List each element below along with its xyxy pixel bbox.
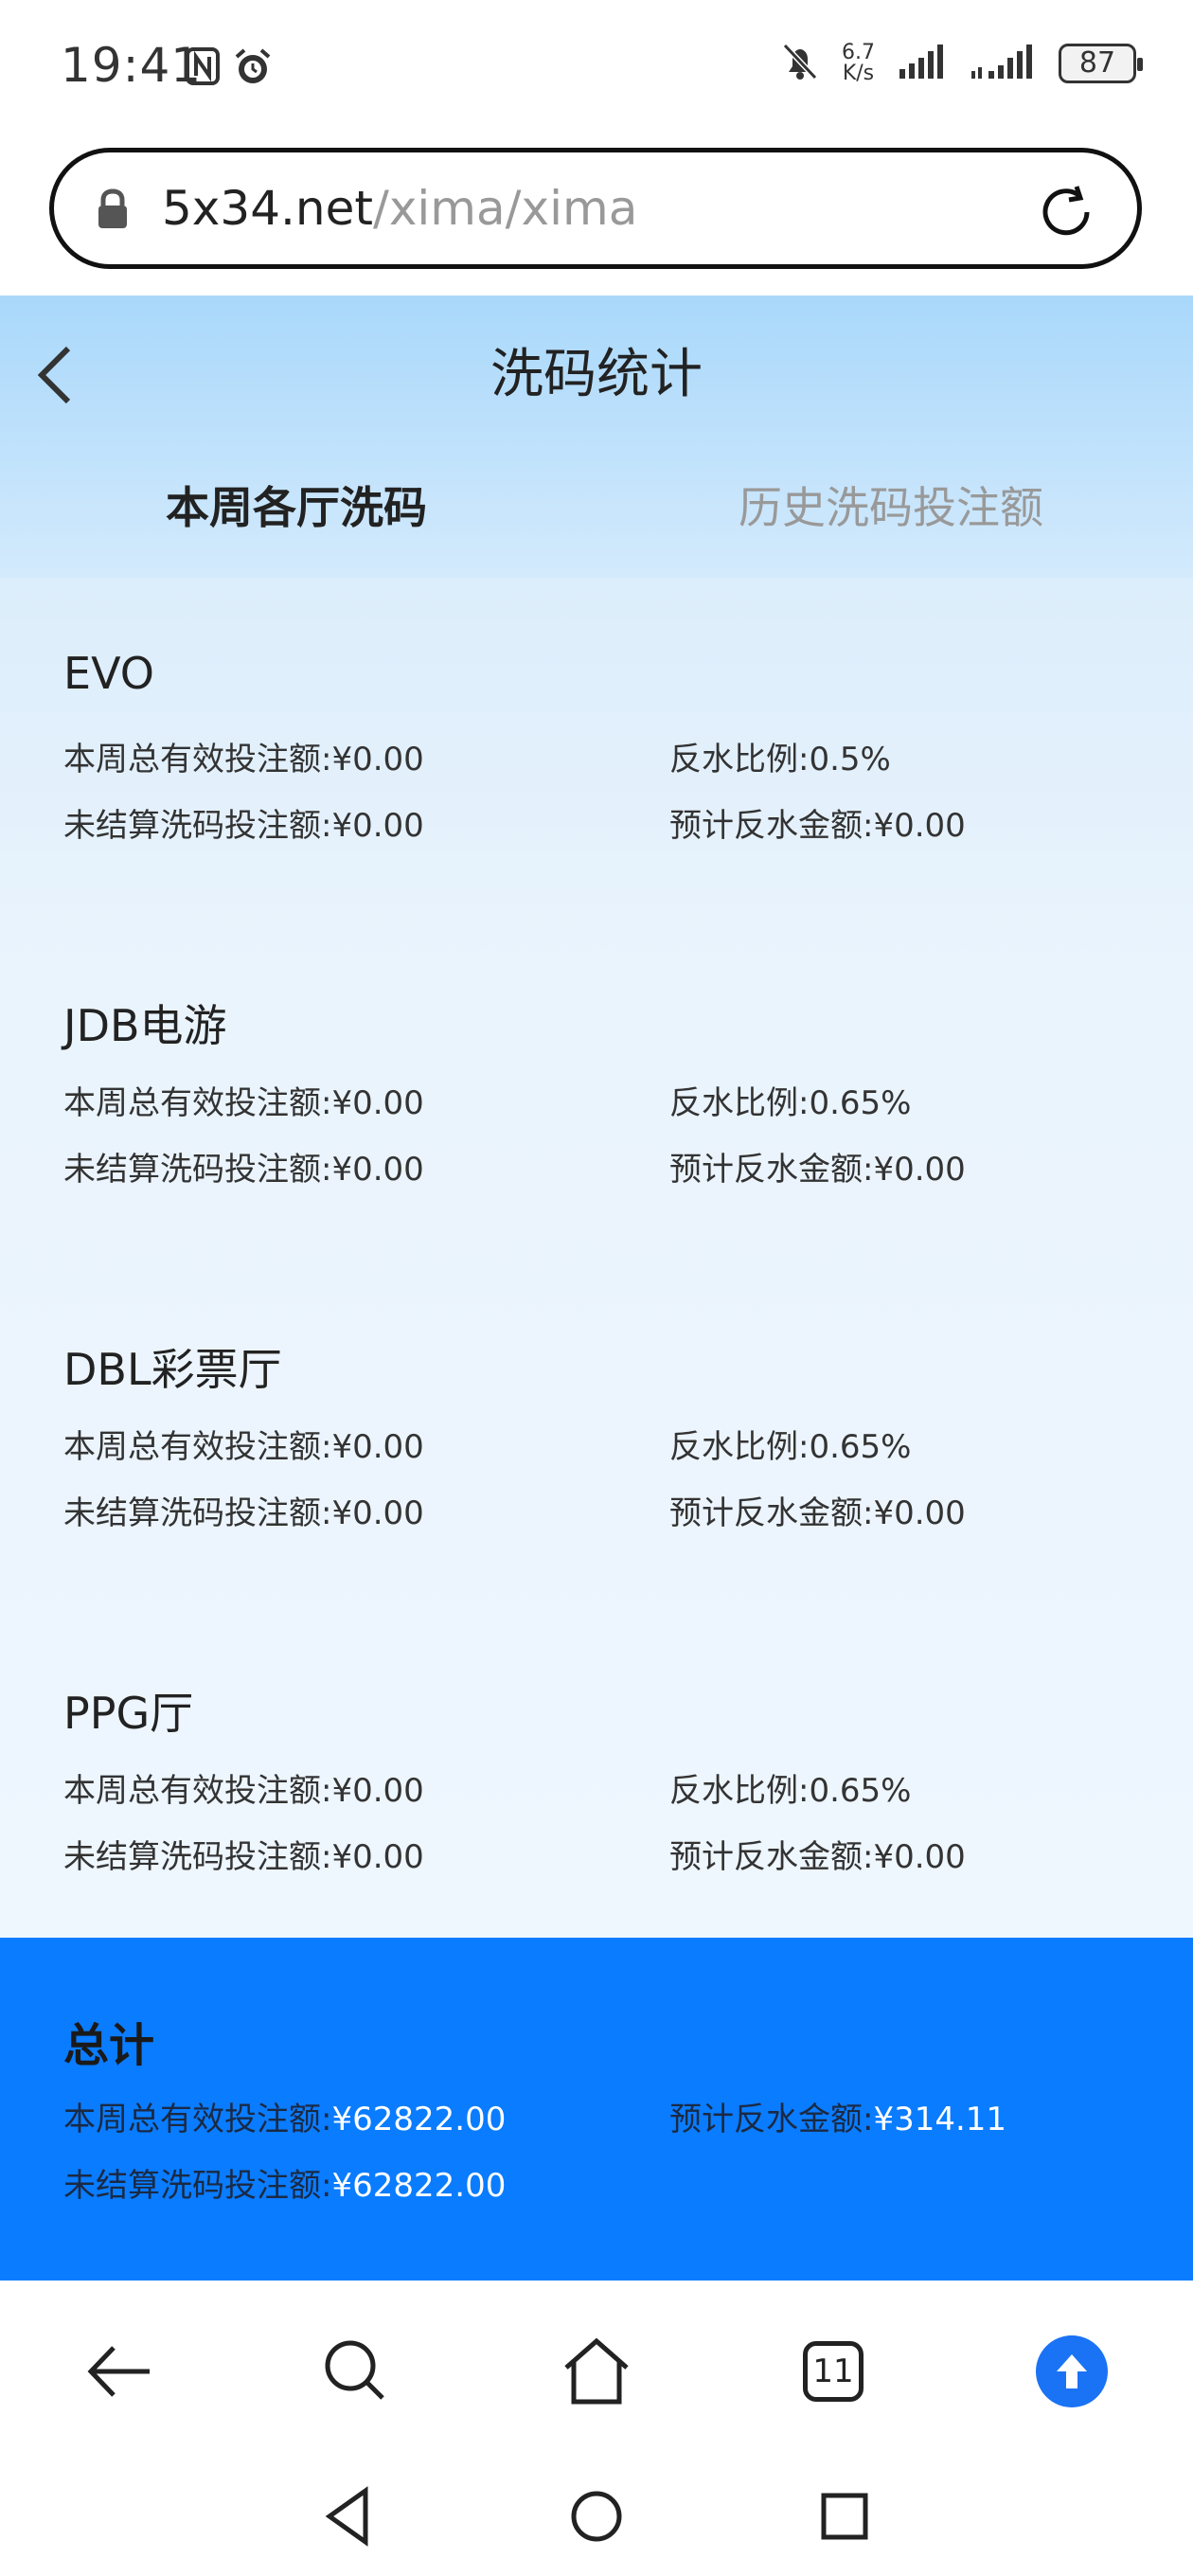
week-total-row: 本周总有效投注额:¥0.00 (63, 1084, 424, 1122)
estimated-rebate-row: 预计反水金额:¥0.00 (669, 1838, 966, 1876)
week-total-row: 本周总有效投注额:¥0.00 (63, 741, 424, 778)
upload-icon (1036, 2335, 1108, 2407)
page-title: 洗码统计 (490, 344, 703, 405)
browser-upload-button[interactable] (1024, 2324, 1119, 2419)
total-title: 总计 (63, 2019, 155, 2072)
tabs-count: 11 (803, 2341, 864, 2402)
system-recents-button[interactable] (816, 2485, 873, 2551)
hall-card: PPG厅 本周总有效投注额:¥0.00 反水比例:0.65% 未结算洗码投注额:… (0, 1609, 1193, 1953)
unsettled-row: 未结算洗码投注额:¥0.00 (63, 1151, 424, 1189)
browser-toolbar: 11 (0, 2281, 1193, 2460)
unsettled-row: 未结算洗码投注额:¥0.00 (63, 807, 424, 845)
lock-icon (96, 188, 130, 234)
battery-indicator: 87 (1059, 44, 1143, 83)
page-header: 洗码统计 本周各厅洗码 历史洗码投注额 (0, 295, 1193, 578)
system-home-button[interactable] (568, 2485, 625, 2551)
hall-name: DBL彩票厅 (63, 1344, 282, 1395)
nfc-icon (186, 47, 220, 91)
estimated-rebate-row: 预计反水金额:¥0.00 (669, 1494, 966, 1532)
circle-home-icon (571, 2491, 622, 2542)
browser-home-button[interactable] (549, 2324, 644, 2419)
search-icon (325, 2340, 384, 2400)
status-time: 19:41 (61, 38, 203, 93)
unsettled-row: 未结算洗码投注额:¥0.00 (63, 1838, 424, 1876)
triangle-back-icon (325, 2486, 368, 2547)
network-speed: 6.7 K/s (842, 41, 875, 85)
total-estimated-row: 预计反水金额:¥314.11 (669, 2101, 1007, 2138)
status-bar: 19:41 6.7 K/s 87 (0, 0, 1193, 138)
url-text[interactable]: 5x34.net/xima/xima (162, 181, 637, 236)
signal-icon-secondary (970, 43, 1036, 84)
system-navigation (0, 2460, 1193, 2576)
week-total-row: 本周总有效投注额:¥0.00 (63, 1428, 424, 1466)
estimated-rebate-row: 预计反水金额:¥0.00 (669, 807, 966, 845)
hall-card: JDB电游 本周总有效投注额:¥0.00 反水比例:0.65% 未结算洗码投注额… (0, 921, 1193, 1265)
total-unsettled-row: 未结算洗码投注额:¥62822.00 (63, 2167, 507, 2205)
hall-card: DBL彩票厅 本周总有效投注额:¥0.00 反水比例:0.65% 未结算洗码投注… (0, 1265, 1193, 1609)
unsettled-row: 未结算洗码投注额:¥0.00 (63, 1494, 424, 1532)
rebate-ratio-row: 反水比例:0.5% (669, 741, 891, 778)
address-bar[interactable]: 5x34.net/xima/xima (49, 148, 1142, 269)
browser-search-button[interactable] (309, 2324, 403, 2419)
halls-list: EVO 本周总有效投注额:¥0.00 反水比例:0.5% 未结算洗码投注额:¥0… (0, 578, 1193, 1938)
hall-name: JDB电游 (63, 1000, 227, 1051)
estimated-rebate-row: 预计反水金额:¥0.00 (669, 1151, 966, 1189)
home-icon (564, 2337, 629, 2405)
reload-icon[interactable] (1033, 179, 1099, 249)
rebate-ratio-row: 反水比例:0.65% (669, 1772, 912, 1810)
arrow-left-icon (87, 2346, 150, 2397)
rebate-ratio-row: 反水比例:0.65% (669, 1428, 912, 1466)
hall-card: EVO 本周总有效投注额:¥0.00 反水比例:0.5% 未结算洗码投注额:¥0… (0, 578, 1193, 921)
browser-back-button[interactable] (72, 2324, 167, 2419)
browser-tabs-button[interactable]: 11 (786, 2324, 881, 2419)
total-summary: 总计 本周总有效投注额:¥62822.00 预计反水金额:¥314.11 未结算… (0, 1938, 1193, 2281)
mute-bell-icon (781, 42, 819, 85)
rebate-ratio-row: 反水比例:0.65% (669, 1084, 912, 1122)
hall-name: PPG厅 (63, 1688, 194, 1739)
tab-weekly-halls[interactable]: 本周各厅洗码 (166, 474, 427, 536)
tab-bar: 本周各厅洗码 历史洗码投注额 (0, 474, 1193, 549)
signal-icon (898, 43, 947, 84)
tab-history-bets[interactable]: 历史洗码投注额 (739, 474, 1043, 536)
system-back-button[interactable] (322, 2485, 375, 2551)
square-recents-icon (821, 2493, 868, 2540)
alarm-icon (233, 47, 273, 91)
week-total-row: 本周总有效投注额:¥0.00 (63, 1772, 424, 1810)
hall-name: EVO (63, 648, 154, 699)
total-week-row: 本周总有效投注额:¥62822.00 (63, 2101, 507, 2138)
